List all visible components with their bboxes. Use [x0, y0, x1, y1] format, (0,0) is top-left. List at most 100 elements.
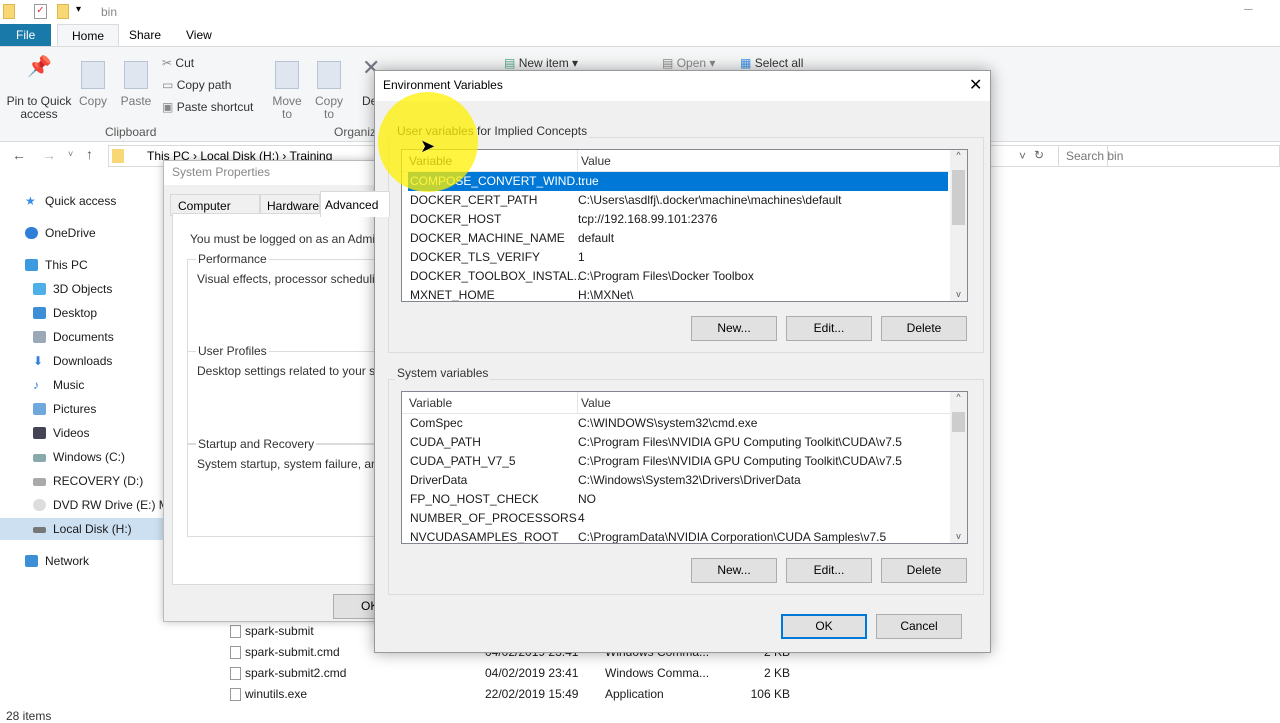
- column-value[interactable]: Value: [577, 392, 611, 414]
- variable-value: C:\Program Files\Docker Toolbox: [578, 269, 754, 283]
- file-name: winutils.exe: [245, 687, 308, 701]
- variable-row[interactable]: CUDA_PATH_V7_5 C:\Program Files\NVIDIA GP…: [408, 452, 948, 471]
- variable-value: C:\Users\asdlfj\.docker\machine\machines…: [578, 193, 842, 207]
- copy-path-button[interactable]: ▭ Copy path: [162, 78, 231, 92]
- variable-row[interactable]: DOCKER_HOST tcp://192.168.99.101:2376: [408, 210, 948, 229]
- variable-row[interactable]: NVCUDASAMPLES_ROOT C:\ProgramData\NVIDIA …: [408, 528, 948, 543]
- column-variable[interactable]: Variable: [409, 396, 452, 410]
- pin-to-quick-access-button[interactable]: 📌 Pin to Quick access: [6, 57, 72, 121]
- file-name: spark-submit: [245, 624, 314, 638]
- explorer-titlebar: ✓ ▾ bin ─: [0, 0, 1280, 24]
- file-icon: [230, 625, 241, 638]
- nav-this-pc[interactable]: This PC: [0, 254, 165, 276]
- nav-desktop[interactable]: Desktop: [0, 302, 165, 324]
- nav-onedrive[interactable]: OneDrive: [0, 222, 165, 244]
- copy-icon: [81, 61, 105, 89]
- tab-advanced[interactable]: Advanced: [320, 191, 390, 217]
- variable-row[interactable]: DOCKER_MACHINE_NAME default: [408, 229, 948, 248]
- paste-button[interactable]: Paste: [120, 61, 152, 108]
- variable-row[interactable]: DOCKER_TLS_VERIFY 1: [408, 248, 948, 267]
- copy-to-button[interactable]: Copy to: [312, 61, 346, 121]
- nav-recovery-d[interactable]: RECOVERY (D:): [0, 470, 165, 492]
- variable-row[interactable]: DriverData C:\Windows\System32\Drivers\Dr…: [408, 471, 948, 490]
- drive-icon: [33, 527, 46, 533]
- variable-name: DriverData: [410, 473, 468, 487]
- scrollbar[interactable]: ^ v: [950, 392, 967, 543]
- paste-shortcut-button[interactable]: ▣ Paste shortcut: [162, 100, 253, 114]
- tab-home[interactable]: Home: [57, 24, 120, 46]
- user-edit-button[interactable]: Edit...: [786, 316, 872, 341]
- drive-icon: [33, 478, 46, 486]
- system-new-button[interactable]: New...: [691, 558, 777, 583]
- recent-locations-button[interactable]: ˅: [68, 149, 73, 159]
- minimize-button[interactable]: ─: [1244, 2, 1253, 16]
- system-variables-list[interactable]: Variable Value ComSpec C:\WINDOWS\system32…: [401, 391, 968, 544]
- nav-quick-access[interactable]: ★ Quick access: [0, 190, 165, 212]
- file-icon: [230, 667, 241, 680]
- nav-downloads[interactable]: ⬇ Downloads: [0, 350, 165, 372]
- move-to-button[interactable]: Move to: [270, 61, 304, 121]
- column-value[interactable]: Value: [577, 150, 611, 172]
- scrollbar[interactable]: ^ v: [950, 150, 967, 301]
- variable-name: DOCKER_CERT_PATH: [410, 193, 538, 207]
- file-row[interactable]: winutils.exe 22/02/2019 15:49 Application 1…: [230, 684, 810, 704]
- scrollbar-thumb[interactable]: [952, 412, 965, 432]
- star-icon: ★: [25, 194, 36, 208]
- nav-videos[interactable]: Videos: [0, 422, 165, 444]
- variable-row[interactable]: ComSpec C:\WINDOWS\system32\cmd.exe: [408, 414, 948, 433]
- paste-shortcut-icon: ▣: [162, 100, 174, 114]
- up-button[interactable]: ↑: [86, 146, 93, 162]
- copy-button[interactable]: Copy: [78, 61, 108, 108]
- nav-music[interactable]: ♪ Music: [0, 374, 165, 396]
- file-date: 22/02/2019 15:49: [485, 687, 579, 701]
- new-folder-icon[interactable]: [57, 4, 69, 19]
- back-button[interactable]: ←: [12, 147, 26, 163]
- variable-row[interactable]: FP_NO_HOST_CHECK NO: [408, 490, 948, 509]
- drive-icon: [33, 454, 46, 462]
- nav-3d-objects[interactable]: 3D Objects: [0, 278, 165, 300]
- variable-row[interactable]: MXNET_HOME H:\MXNet\: [408, 286, 948, 301]
- nav-dvd-drive[interactable]: DVD RW Drive (E:) My: [0, 494, 175, 516]
- select-all-button[interactable]: ▦ Select all: [740, 56, 803, 70]
- user-new-button[interactable]: New...: [691, 316, 777, 341]
- variable-row[interactable]: DOCKER_CERT_PATH C:\Users\asdlfj\.docker\…: [408, 191, 948, 210]
- tab-share[interactable]: Share: [115, 24, 175, 46]
- close-button[interactable]: ✕: [969, 75, 982, 95]
- customize-toolbar-icon[interactable]: ▾: [76, 4, 81, 15]
- nav-windows-c[interactable]: Windows (C:): [0, 446, 165, 468]
- nav-documents[interactable]: Documents: [0, 326, 165, 348]
- variable-row[interactable]: COMPOSE_CONVERT_WIND... true: [408, 172, 948, 191]
- properties-icon[interactable]: ✓: [34, 4, 47, 19]
- nav-pictures[interactable]: Pictures: [0, 398, 165, 420]
- open-button[interactable]: ▤ Open ▾: [662, 56, 715, 70]
- disc-icon: [33, 499, 46, 511]
- search-input[interactable]: Search bin: [1058, 145, 1280, 167]
- forward-button[interactable]: →: [42, 147, 56, 163]
- admin-note: You must be logged on as an Administra: [190, 232, 405, 246]
- nav-local-disk-h[interactable]: Local Disk (H:): [0, 518, 165, 540]
- cut-button[interactable]: ✂ Cut: [162, 56, 194, 70]
- file-row[interactable]: spark-submit2.cmd 04/02/2019 23:41 Windows…: [230, 663, 810, 683]
- variable-row[interactable]: CUDA_PATH C:\Program Files\NVIDIA GPU Com…: [408, 433, 948, 452]
- mouse-cursor-icon: ➤: [420, 136, 436, 156]
- new-item-button[interactable]: ▤ New item ▾: [504, 56, 578, 70]
- address-dropdown-icon[interactable]: ˅: [1019, 149, 1026, 163]
- dialog-titlebar: Environment Variables ✕: [375, 71, 990, 101]
- nav-network[interactable]: Network: [0, 550, 165, 572]
- user-variables-list[interactable]: Variable Value COMPOSE_CONVERT_WIND... tru…: [401, 149, 968, 302]
- tab-view[interactable]: View: [172, 24, 226, 46]
- system-edit-button[interactable]: Edit...: [786, 558, 872, 583]
- variable-name: DOCKER_TOOLBOX_INSTAL...: [410, 269, 584, 283]
- scrollbar-thumb[interactable]: [952, 170, 965, 225]
- variable-row[interactable]: DOCKER_TOOLBOX_INSTAL... C:\Program Files…: [408, 267, 948, 286]
- variable-row[interactable]: NUMBER_OF_PROCESSORS 4: [408, 509, 948, 528]
- folder-icon: [3, 4, 15, 19]
- system-delete-button[interactable]: Delete: [881, 558, 967, 583]
- tab-file[interactable]: File: [0, 24, 52, 46]
- variable-name: DOCKER_TLS_VERIFY: [410, 250, 541, 264]
- refresh-icon[interactable]: ↻: [1034, 148, 1044, 162]
- ok-button[interactable]: OK: [781, 614, 867, 639]
- user-delete-button[interactable]: Delete: [881, 316, 967, 341]
- cancel-button[interactable]: Cancel: [876, 614, 962, 639]
- music-icon: ♪: [33, 378, 39, 392]
